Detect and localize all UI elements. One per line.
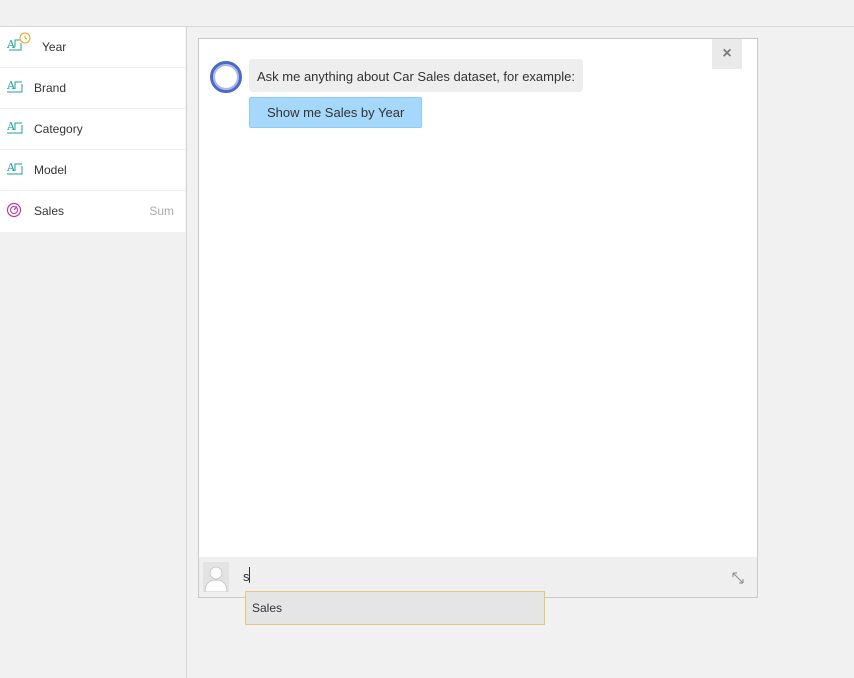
top-bar — [0, 0, 854, 27]
text-field-icon: A — [6, 161, 24, 177]
autocomplete-dropdown: Sales — [245, 591, 545, 625]
field-item-model[interactable]: A Model — [0, 150, 185, 191]
text-field-icon: A — [6, 79, 24, 95]
bot-avatar-icon — [210, 61, 242, 93]
expand-icon[interactable] — [731, 571, 745, 585]
text-field-icon: A — [6, 120, 24, 136]
field-label-sales: Sales — [34, 204, 65, 218]
field-label-brand: Brand — [34, 81, 67, 95]
field-label-model: Model — [34, 163, 67, 177]
field-list: A Year A Brand A Category A Model Sales … — [0, 27, 185, 232]
chat-input[interactable] — [243, 565, 713, 587]
field-label-category: Category — [34, 122, 83, 136]
close-button[interactable]: × — [712, 39, 742, 69]
field-item-brand[interactable]: A Brand — [0, 68, 185, 109]
text-caret — [249, 567, 250, 583]
field-label-year: Year — [42, 40, 67, 54]
chat-dialog: × Ask me anything about Car Sales datase… — [198, 38, 758, 598]
measure-gauge-icon — [6, 202, 24, 218]
suggestion-button[interactable]: Show me Sales by Year — [249, 97, 423, 128]
field-item-year[interactable]: A Year — [0, 27, 185, 68]
field-aggregation-sales: Sum — [149, 204, 174, 218]
autocomplete-option-sales[interactable]: Sales — [252, 592, 282, 625]
text-date-field-icon: A — [6, 32, 31, 54]
field-item-sales[interactable]: Sales Sum — [0, 191, 185, 231]
panel-divider — [186, 27, 187, 678]
field-item-category[interactable]: A Category — [0, 109, 185, 150]
user-avatar-icon — [203, 562, 229, 592]
bot-message: Ask me anything about Car Sales dataset,… — [249, 59, 583, 92]
